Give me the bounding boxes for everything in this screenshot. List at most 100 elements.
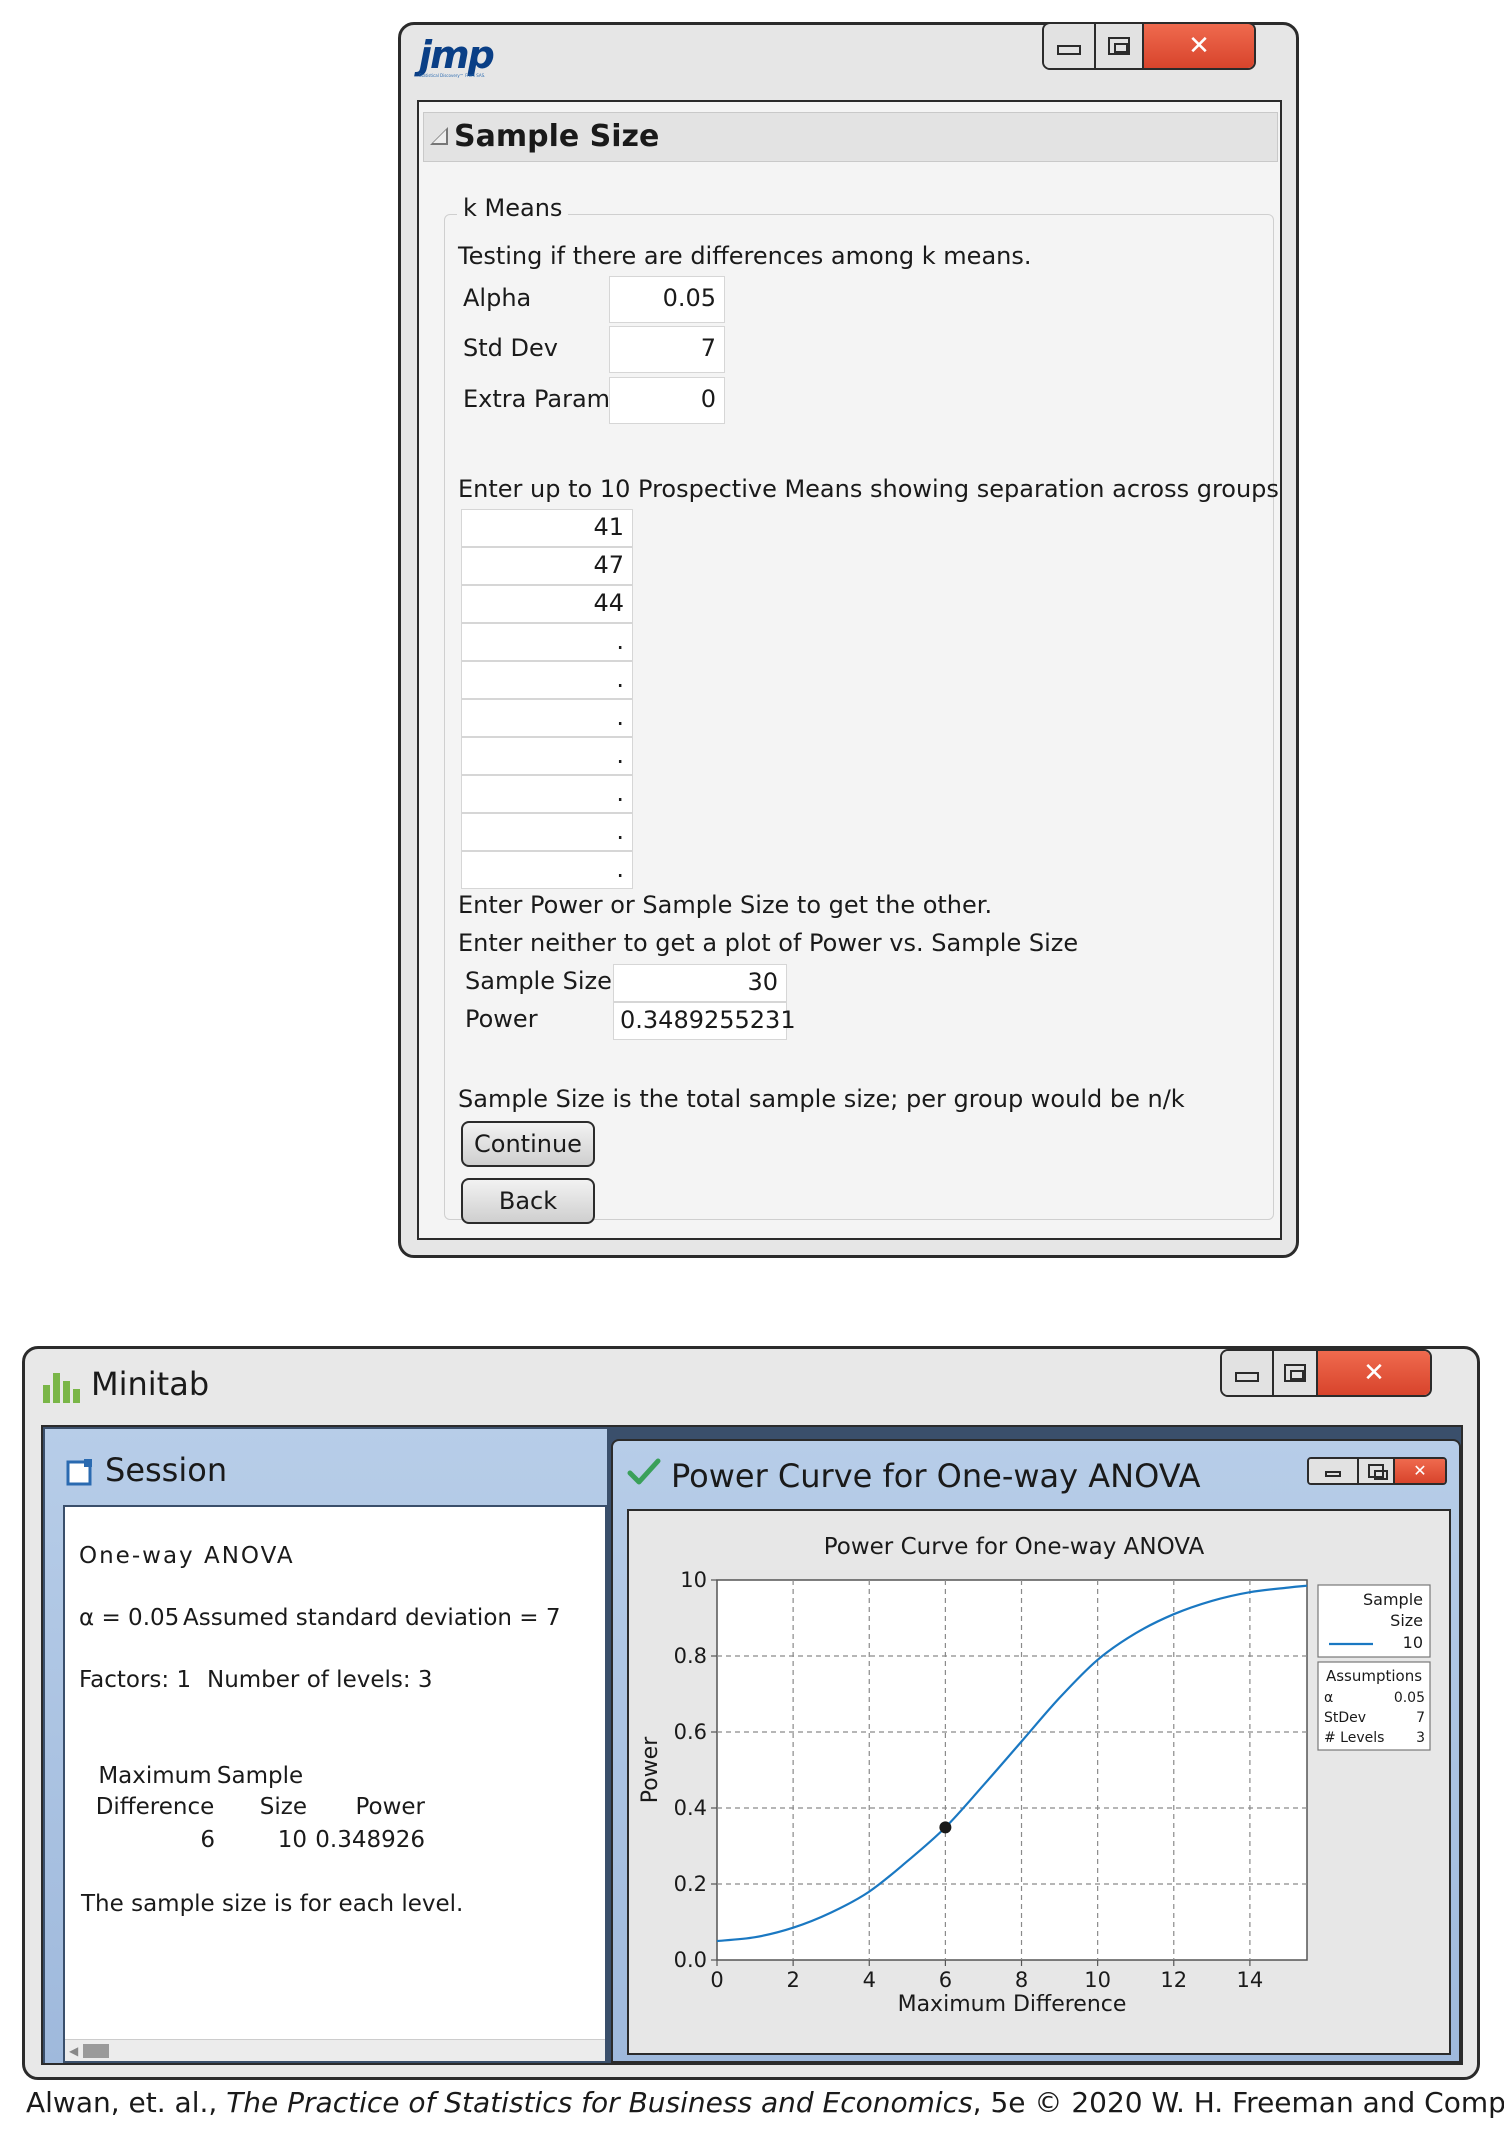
close-button[interactable]: ✕: [1318, 1351, 1430, 1395]
x-tick-label: 4: [863, 1968, 876, 1992]
scrollbar-thumb[interactable]: [83, 2044, 109, 2058]
session-heading: One-way ANOVA: [79, 1543, 295, 1569]
factors-line: Factors: 1: [79, 1667, 192, 1693]
minitab-window: Minitab ✕ Session One-way ANOVA α = 0.05…: [22, 1346, 1480, 2080]
x-tick-label: 8: [1015, 1968, 1028, 1992]
row-max-diff: 6: [200, 1827, 215, 1853]
assumptions-title: Assumptions: [1326, 1667, 1422, 1685]
std-dev-label: Std Dev: [463, 334, 558, 362]
close-icon: ✕: [1188, 31, 1210, 61]
close-button[interactable]: ✕: [1144, 24, 1254, 68]
jmp-window: jmp Statistical Discovery™ From SAS. ✕ S…: [398, 22, 1299, 1258]
minimize-icon: [1057, 45, 1081, 55]
legend-sample-label-1: Sample: [1363, 1590, 1423, 1609]
panel-title: Sample Size: [454, 119, 660, 154]
x-tick-label: 12: [1160, 1968, 1187, 1992]
assumption-stdev-value: 7: [1416, 1710, 1425, 1726]
plot-area: [716, 1579, 1308, 1961]
assumption-levels-label: # Levels: [1324, 1730, 1384, 1746]
mean-input-1[interactable]: 41: [461, 509, 633, 547]
footer-edition: , 5e © 2020 W. H. Freeman and Company: [972, 2086, 1504, 2119]
mean-input-3[interactable]: 44: [461, 585, 633, 623]
x-axis-label: Maximum Difference: [898, 1992, 1127, 2017]
minimize-button[interactable]: [1044, 24, 1096, 68]
graph-minimize-button[interactable]: [1309, 1459, 1359, 1483]
continue-button[interactable]: Continue: [461, 1121, 595, 1167]
session-icon: [66, 1459, 92, 1486]
mean-input-9[interactable]: .: [461, 813, 633, 851]
graph-maximize-button[interactable]: [1359, 1459, 1395, 1483]
maximize-icon: [1108, 37, 1130, 55]
col-header-maximum: Maximum: [98, 1763, 212, 1789]
jmp-logo: jmp Statistical Discovery™ From SAS.: [419, 33, 495, 91]
assumption-alpha-value: 0.05: [1394, 1690, 1425, 1706]
mean-input-5[interactable]: .: [461, 661, 633, 699]
session-window: Session One-way ANOVA α = 0.05 Assumed s…: [45, 1429, 607, 2063]
col-header-sample: Sample: [216, 1763, 304, 1789]
assumption-stdev-label: StDev: [1324, 1710, 1366, 1726]
power-label: Power: [465, 1005, 538, 1033]
footer-credit: Alwan, et. al., The Practice of Statisti…: [26, 2086, 1504, 2119]
minitab-workspace: Session One-way ANOVA α = 0.05 Assumed s…: [41, 1425, 1463, 2065]
scroll-left-icon[interactable]: ◀: [69, 2044, 78, 2058]
y-axis-ticks: 0.0 0.2 0.4 0.6 0.8 10: [674, 1568, 717, 1972]
power-input[interactable]: 0.3489255231: [613, 1002, 796, 1040]
maximize-icon: [1284, 1364, 1306, 1382]
legend-sample-value: 10: [1403, 1633, 1423, 1652]
x-axis-ticks: 0 2 4 6 8 10 12 14: [710, 1960, 1263, 1992]
session-output[interactable]: One-way ANOVA α = 0.05 Assumed standard …: [63, 1505, 607, 2063]
jmp-logo-tagline: Statistical Discovery™ From SAS.: [419, 73, 486, 78]
graph-window: Power Curve for One-way ANOVA ✕ Power Cu…: [611, 1439, 1461, 2063]
mean-input-6[interactable]: .: [461, 699, 633, 737]
alpha-line: α = 0.05: [79, 1605, 180, 1631]
highlight-point[interactable]: [939, 1821, 952, 1834]
y-tick-label: 0.0: [674, 1948, 707, 1972]
close-icon: ✕: [1363, 1358, 1385, 1388]
y-tick-label: 0.2: [674, 1872, 707, 1896]
sample-size-note: Sample Size is the total sample size; pe…: [458, 1085, 1185, 1113]
alpha-input[interactable]: 0.05: [609, 276, 725, 323]
extra-params-input[interactable]: 0: [609, 377, 725, 424]
session-footnote: The sample size is for each level.: [81, 1891, 464, 1917]
std-dev-input[interactable]: 7: [609, 326, 725, 373]
y-axis-label: Power: [638, 1736, 663, 1803]
minimize-button[interactable]: [1222, 1351, 1274, 1395]
mean-input-4[interactable]: .: [461, 623, 633, 661]
minimize-icon: [1325, 1471, 1341, 1477]
instruction-1: Enter Power or Sample Size to get the ot…: [458, 891, 993, 919]
power-curve-chart: Power Curve for One-way ANOVA 0 2 4 6 8 10 12 1…: [638, 1534, 1431, 2017]
row-power: 0.348926: [315, 1827, 425, 1853]
description-text: Testing if there are differences among k…: [458, 242, 1032, 270]
graph-window-title: Power Curve for One-way ANOVA: [671, 1457, 1201, 1495]
disclosure-triangle-icon[interactable]: [430, 127, 448, 145]
horizontal-scrollbar[interactable]: ◀: [65, 2039, 605, 2061]
jmp-logo-text: jmp: [419, 33, 495, 77]
mean-input-2[interactable]: 47: [461, 547, 633, 585]
graph-close-button[interactable]: ✕: [1395, 1459, 1445, 1483]
mean-input-8[interactable]: .: [461, 775, 633, 813]
graph-area: Power Curve for One-way ANOVA 0 2 4 6 8 10 12 1…: [627, 1509, 1451, 2055]
means-prompt: Enter up to 10 Prospective Means showing…: [458, 475, 1279, 503]
col-header-difference: Difference: [95, 1794, 215, 1820]
sample-size-input[interactable]: 30: [613, 964, 787, 1002]
y-tick-label: 0.8: [674, 1644, 707, 1668]
y-tick-label: 10: [680, 1568, 707, 1592]
maximize-button[interactable]: [1096, 24, 1144, 68]
minitab-window-controls: ✕: [1220, 1349, 1432, 1397]
sd-line: Assumed standard deviation = 7: [183, 1605, 561, 1631]
back-button[interactable]: Back: [461, 1178, 595, 1224]
mean-input-10[interactable]: .: [461, 851, 633, 889]
instruction-2: Enter neither to get a plot of Power vs.…: [458, 929, 1079, 957]
col-header-power: Power: [355, 1794, 425, 1820]
mean-input-7[interactable]: .: [461, 737, 633, 775]
maximize-button[interactable]: [1274, 1351, 1318, 1395]
x-tick-label: 14: [1237, 1968, 1264, 1992]
x-tick-label: 10: [1084, 1968, 1111, 1992]
sample-size-outline-header[interactable]: Sample Size: [423, 112, 1278, 162]
chart-title: Power Curve for One-way ANOVA: [824, 1534, 1205, 1560]
x-tick-label: 6: [939, 1968, 952, 1992]
col-header-size: Size: [259, 1794, 307, 1820]
check-icon: [627, 1458, 661, 1485]
y-tick-label: 0.6: [674, 1720, 707, 1744]
x-tick-label: 2: [786, 1968, 799, 1992]
